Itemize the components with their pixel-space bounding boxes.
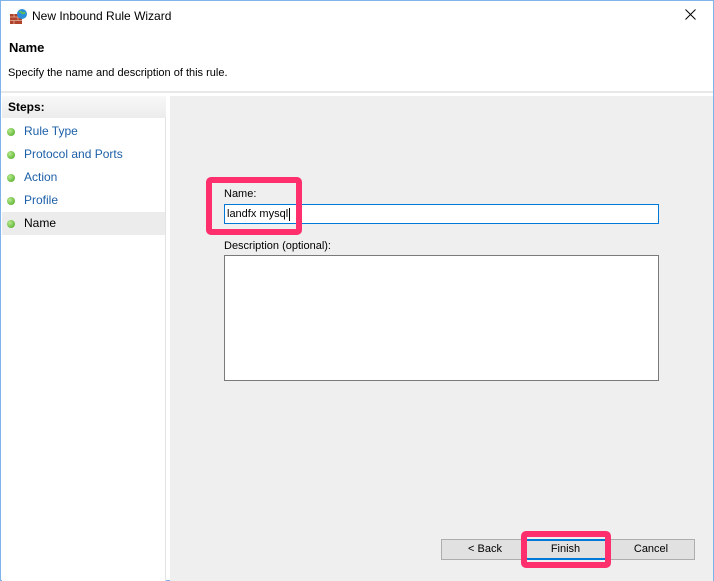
step-complete-icon xyxy=(7,174,15,182)
steps-panel: Steps: Rule Type Protocol and Ports Acti… xyxy=(2,96,166,581)
cancel-button[interactable]: Cancel xyxy=(607,539,695,560)
step-label: Name xyxy=(24,216,57,230)
step-protocol-and-ports[interactable]: Protocol and Ports xyxy=(2,143,165,166)
description-textarea[interactable] xyxy=(224,255,659,381)
step-label: Profile xyxy=(24,193,59,207)
firewall-icon xyxy=(10,8,28,24)
step-label: Rule Type xyxy=(24,124,78,138)
name-label: Name: xyxy=(224,188,257,200)
back-button[interactable]: < Back xyxy=(441,539,529,560)
finish-button[interactable]: Finish xyxy=(524,539,607,560)
text-caret xyxy=(289,207,291,221)
name-input[interactable]: landfx mysql xyxy=(224,204,659,224)
wizard-header: Name Specify the name and description of… xyxy=(1,31,713,91)
step-label: Protocol and Ports xyxy=(24,147,123,161)
page-subtitle: Specify the name and description of this… xyxy=(8,67,228,79)
header-divider xyxy=(1,91,713,93)
description-label: Description (optional): xyxy=(224,240,331,252)
step-rule-type[interactable]: Rule Type xyxy=(2,120,165,143)
close-button[interactable] xyxy=(667,1,713,31)
step-complete-icon xyxy=(7,128,15,136)
step-name: Name xyxy=(2,212,165,235)
step-complete-icon xyxy=(7,197,15,205)
close-icon xyxy=(684,9,696,23)
step-complete-icon xyxy=(7,151,15,159)
step-label: Action xyxy=(24,170,58,184)
step-action[interactable]: Action xyxy=(2,166,165,189)
step-current-icon xyxy=(7,220,15,228)
wizard-window: New Inbound Rule Wizard Name Specify the… xyxy=(0,0,714,581)
page-title: Name xyxy=(9,40,45,55)
step-profile[interactable]: Profile xyxy=(2,189,165,212)
steps-heading: Steps: xyxy=(2,96,166,118)
name-input-value: landfx mysql xyxy=(227,208,289,220)
window-title: New Inbound Rule Wizard xyxy=(32,9,172,23)
title-bar: New Inbound Rule Wizard xyxy=(1,1,713,31)
